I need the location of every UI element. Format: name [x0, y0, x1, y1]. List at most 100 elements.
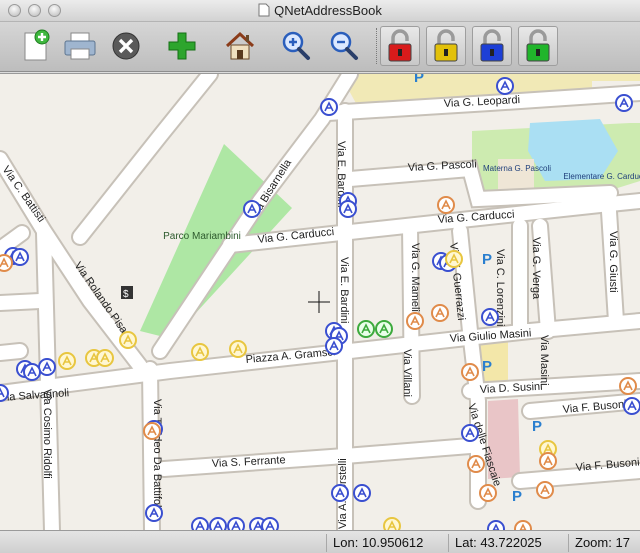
street-label: Via G. Verga: [530, 237, 542, 300]
street-label: Via G. Mameli: [409, 243, 421, 312]
place-labels: Parco Mariambini: [163, 231, 241, 242]
toolbar: [0, 22, 640, 72]
green-plus-icon: [168, 32, 196, 60]
address-pin-icon[interactable]: [619, 377, 637, 395]
lat-label: Lat:: [455, 535, 477, 550]
address-pin-icon[interactable]: [481, 308, 499, 326]
address-pin-icon[interactable]: [615, 94, 633, 112]
padlock-red-icon: [388, 29, 412, 62]
street-label: Via Taddeo Da Battifolle: [151, 399, 163, 516]
address-pin-icon[interactable]: [496, 77, 514, 95]
address-pin-icon[interactable]: [261, 517, 279, 530]
parking-icon: P: [532, 418, 542, 435]
address-pin-icon[interactable]: [320, 98, 338, 116]
home-icon: [225, 31, 255, 60]
address-pin-icon[interactable]: [339, 200, 357, 218]
bank-icon: $: [121, 286, 133, 300]
zoom-out-button[interactable]: [326, 28, 362, 64]
street-label: Via C. Battisti: [0, 164, 47, 225]
address-pin-icon[interactable]: [487, 520, 505, 530]
title-bar: QNetAddressBook: [0, 0, 640, 22]
zoom-value: 17: [615, 535, 630, 550]
window-title: QNetAddressBook: [0, 3, 640, 18]
place-label: Parco Mariambini: [163, 231, 241, 242]
zoom-readout: Zoom: 17: [568, 534, 640, 552]
address-pin-icon[interactable]: [23, 363, 41, 381]
zoom-out-icon: [330, 31, 358, 60]
padlock-green-icon: [526, 29, 550, 62]
address-pin-icon[interactable]: [437, 196, 455, 214]
street-label: Via E. Bardini: [338, 257, 350, 323]
address-pin-icon[interactable]: [229, 340, 247, 358]
address-pin-icon[interactable]: [431, 304, 449, 322]
address-pin-icon[interactable]: [353, 484, 371, 502]
latitude-readout: Lat: 43.722025: [448, 534, 566, 552]
address-pin-icon[interactable]: [406, 312, 424, 330]
address-pin-icon[interactable]: [383, 517, 401, 530]
address-pin-icon[interactable]: [479, 484, 497, 502]
padlock-yellow-icon: [434, 29, 458, 62]
lock-green-button[interactable]: [518, 26, 558, 66]
zoom-label: Zoom:: [575, 535, 612, 550]
longitude-readout: Lon: 10.950612: [326, 534, 448, 552]
delete-button[interactable]: [108, 28, 144, 64]
padlock-blue-icon: [480, 29, 504, 62]
address-pin-icon[interactable]: [96, 349, 114, 367]
address-pin-icon[interactable]: [58, 352, 76, 370]
address-pin-icon[interactable]: [38, 358, 56, 376]
street-label: Via G. Giusti: [607, 231, 619, 293]
address-pin-icon[interactable]: [119, 331, 137, 349]
address-pin-icon[interactable]: [227, 517, 245, 530]
address-pin-icon[interactable]: [143, 422, 161, 440]
address-pin-icon[interactable]: [623, 397, 640, 415]
app-window: QNetAddressBook Via G. Leopardi Via G. P…: [0, 0, 640, 553]
printer-icon: [64, 32, 96, 60]
address-pin-icon[interactable]: [191, 343, 209, 361]
address-pin-icon[interactable]: [357, 320, 375, 338]
address-pin-icon[interactable]: [325, 337, 343, 355]
map-view[interactable]: Via G. Leopardi Via G. Pascoli Via G. Ca…: [0, 73, 640, 530]
address-pin-icon[interactable]: [331, 484, 349, 502]
street-label: Via Villani: [401, 349, 413, 397]
lat-value: 43.722025: [480, 535, 542, 550]
address-pin-icon[interactable]: [11, 248, 29, 266]
address-pin-icon[interactable]: [461, 424, 479, 442]
place-label: Materna G. Pascoli: [483, 164, 551, 173]
address-pin-icon[interactable]: [0, 254, 13, 272]
lock-blue-button[interactable]: [472, 26, 512, 66]
print-button[interactable]: [62, 28, 98, 64]
address-pin-icon[interactable]: [539, 452, 557, 470]
delete-circle-icon: [112, 32, 140, 60]
document-icon: [258, 3, 270, 17]
lock-red-button[interactable]: [380, 26, 420, 66]
address-pin-icon[interactable]: [375, 320, 393, 338]
lock-yellow-button[interactable]: [426, 26, 466, 66]
bank-label: $: [123, 289, 129, 300]
address-pin-icon[interactable]: [0, 384, 9, 402]
address-pin-icon[interactable]: [191, 517, 209, 530]
address-pin-icon[interactable]: [467, 455, 485, 473]
toolbar-separator: [376, 28, 377, 64]
address-pin-icon[interactable]: [445, 250, 463, 268]
place-label: Elementare G. Carducci: [563, 172, 640, 181]
address-pin-icon[interactable]: [461, 363, 479, 381]
address-pin-icon[interactable]: [536, 481, 554, 499]
home-button[interactable]: [222, 28, 258, 64]
address-pin-icon[interactable]: [209, 517, 227, 530]
map-canvas[interactable]: Via G. Leopardi Via G. Pascoli Via G. Ca…: [0, 74, 640, 530]
zoom-in-button[interactable]: [278, 28, 314, 64]
lon-label: Lon:: [333, 535, 359, 550]
lon-value: 10.950612: [361, 535, 424, 550]
new-document-button[interactable]: [18, 28, 54, 64]
address-pin-icon[interactable]: [514, 520, 532, 530]
window-title-text: QNetAddressBook: [274, 3, 382, 18]
address-pin-icon[interactable]: [145, 504, 163, 522]
parking-icon: P: [414, 74, 424, 86]
street-label: Via Masini: [538, 335, 550, 386]
add-button[interactable]: [164, 28, 200, 64]
status-bar: Lon: 10.950612 Lat: 43.722025 Zoom: 17: [0, 530, 640, 553]
parking-icon: P: [482, 251, 492, 268]
address-pin-icon[interactable]: [243, 200, 261, 218]
new-document-icon: [24, 29, 50, 61]
street-label: Via Cosimo Ridolfi: [41, 389, 53, 479]
